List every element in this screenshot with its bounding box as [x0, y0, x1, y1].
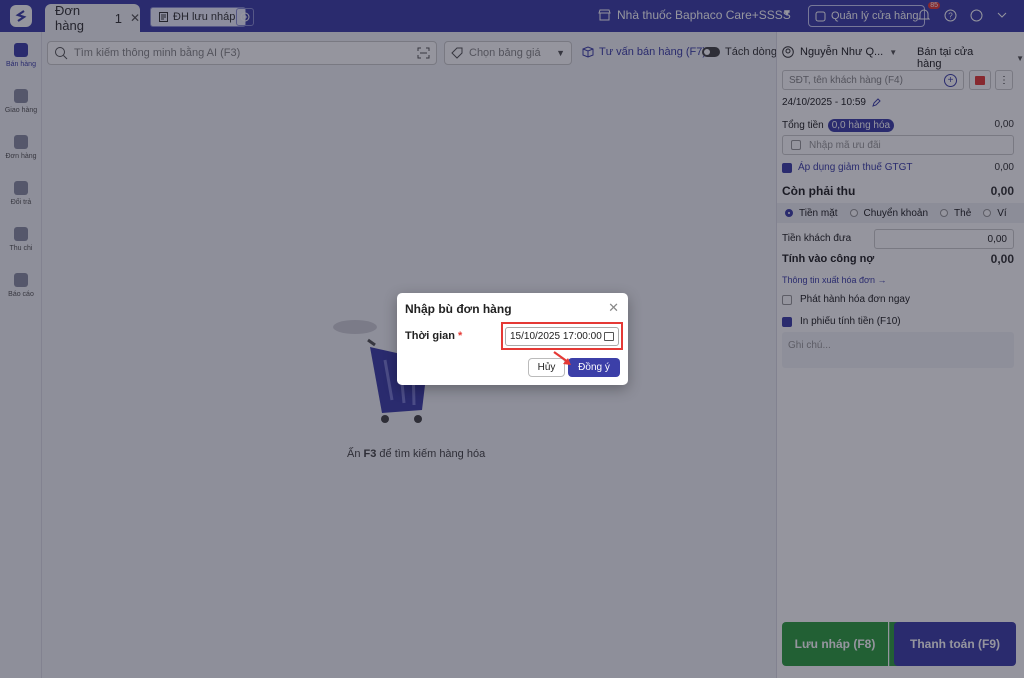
backfill-order-dialog: Nhập bù đơn hàng ✕ Thời gian * 15/10/202…: [397, 293, 628, 385]
dialog-title: Nhập bù đơn hàng: [405, 302, 512, 316]
required-mark: *: [458, 330, 463, 342]
time-label: Thời gian *: [405, 330, 463, 342]
pointer-arrow-icon: [553, 351, 571, 365]
confirm-button[interactable]: Đồng ý: [568, 358, 620, 377]
datetime-value: 15/10/2025 17:00:00: [510, 331, 602, 342]
calendar-icon[interactable]: [604, 332, 614, 341]
datetime-picker-input[interactable]: 15/10/2025 17:00:00: [505, 327, 619, 346]
close-icon[interactable]: ✕: [608, 300, 619, 316]
